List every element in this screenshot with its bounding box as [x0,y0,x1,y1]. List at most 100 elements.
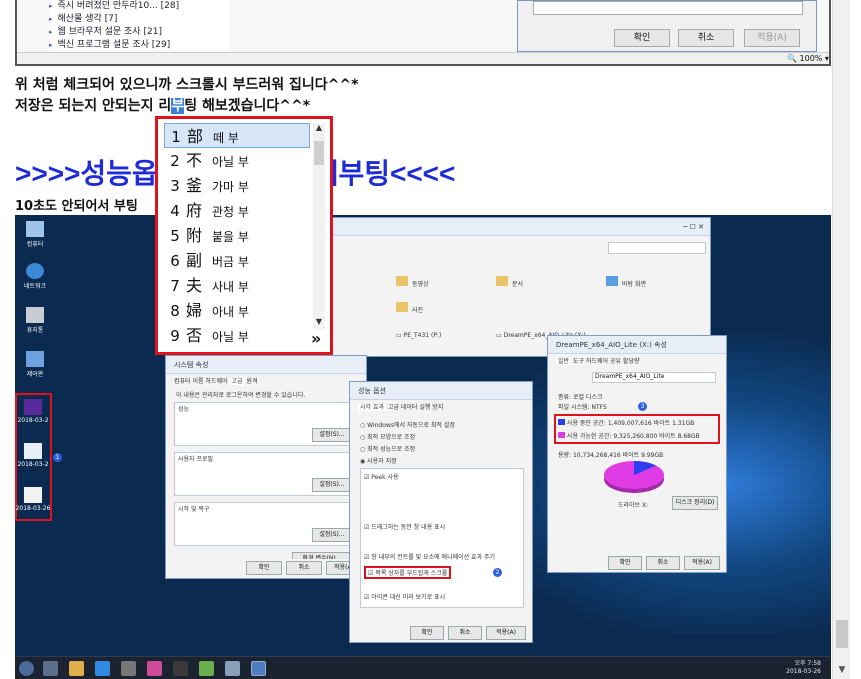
disk-cleanup-button[interactable]: 디스크 정리(D) [672,496,718,510]
file-explorer-icon[interactable] [69,661,84,676]
ok-button[interactable]: 확인 [608,556,642,570]
scroll-up-icon[interactable]: ▲ [313,123,325,135]
ok-button[interactable]: 확인 [246,561,282,575]
folder-item[interactable]: 문서 [496,276,523,288]
text-line-scroll: 위 처럼 체크되어 있으니까 스크롤시 부드러워 집니다^^* [15,77,359,93]
task-view-icon[interactable] [43,661,58,676]
network-icon [26,263,44,279]
cancel-button[interactable]: 취소 [286,561,322,575]
used-swatch [558,419,565,425]
tab-tools[interactable]: 도구 [573,358,584,365]
option-custom[interactable]: ◉ 사용자 지정 [360,456,397,465]
app-icon[interactable] [147,661,162,676]
ok-button[interactable]: 확인 [410,626,444,640]
option-appearance[interactable]: ○ 최적 모양으로 조정 [360,432,415,441]
explorer-titlebar: ─ ☐ ✕ [326,218,710,236]
tab-general[interactable]: 일반 [556,358,572,365]
folder-item[interactable]: 사진 [396,302,423,314]
app-icon[interactable] [173,661,188,676]
tab-hardware[interactable]: 하드웨어 [205,378,227,385]
cancel-button[interactable]: 취소 [678,29,734,47]
drive-name-input[interactable]: DreamPE_x64_AIO_Lite [592,372,716,383]
candidate-item[interactable]: 6 副 버금 부 [164,248,310,273]
badge-number: 3 [638,402,647,411]
effect-drag[interactable]: ☑ 드래그하는 동안 창 내용 표시 [364,522,445,531]
text-line-boot: 10초도 안되어서 부팅 [15,199,138,214]
candidate-hanja: 否 [186,326,203,345]
candidate-item[interactable]: 5 附 붙을 부 [164,223,310,248]
option-performance[interactable]: ○ 최적 성능으로 조정 [360,444,415,453]
scroll-down-icon[interactable]: ▼ [836,665,848,677]
drive-item[interactable]: ▭ PE_T431 (P:) [396,332,441,339]
tab-dep[interactable]: 데이터 실행 방지 [401,404,443,411]
taskbar-clock[interactable]: 오후 7:58 2018-03-26 [786,660,821,676]
free-space: 사용 가능한 공간: 9,325,260,800 바이트 8.68GB [558,431,700,440]
effect-smooth-scroll[interactable]: ☑ 목록 상자를 부드럽게 스크롤 [364,566,452,579]
folder-item[interactable]: 바탕 화면 [606,276,646,288]
scroll-thumb[interactable] [314,141,324,165]
tab-visual-effects[interactable]: 시각 효과 [358,404,386,411]
candidate-scrollbar[interactable]: ▲ ▼ [313,123,325,329]
tab-advanced[interactable]: 고급 [229,378,245,385]
tree-item[interactable]: ▸ 해산물 생각 [7] [49,13,229,26]
free-swatch [558,432,565,438]
start-icon[interactable] [19,661,34,676]
desktop-icon[interactable]: 2018-03-2 [15,399,53,424]
tree-item[interactable]: ▸ 웹 브라우저 설문 조사 [21] [49,26,229,39]
effect-peek[interactable]: ☑ Peek 사용 [364,472,399,481]
tree-item[interactable]: ▸ 즉시 버려졌던 만두라10... [28] [49,0,229,13]
control-panel-icon [26,351,44,367]
tab-hardware[interactable]: 하드웨어 [586,358,608,365]
tab-computer-name[interactable]: 컴퓨터 이름 [174,378,204,385]
app-icon[interactable] [225,661,240,676]
edge-icon[interactable] [95,661,110,676]
app-icon[interactable] [199,661,214,676]
tab-sharing[interactable]: 공유 [610,358,621,365]
scroll-thumb[interactable] [836,620,848,648]
desktop-icon[interactable]: 컴퓨터 [15,221,55,248]
effect-thumbnails[interactable]: ☑ 아이콘 대신 미리 보기로 표시 [364,592,445,601]
scroll-down-icon[interactable]: ▼ [313,317,325,329]
folder-item[interactable]: 동영상 [396,276,429,288]
app-icon[interactable] [251,661,266,676]
apply-button[interactable]: 적용(A) [684,556,720,570]
apply-button[interactable]: 적용(A) [744,29,800,47]
tab-remote[interactable]: 원격 [246,378,257,385]
desktop-icon[interactable]: 네트워크 [15,263,55,290]
startup-settings-button[interactable]: 설정(S)... [312,528,352,542]
profile-settings-button[interactable]: 설정(S)... [312,478,352,492]
cancel-button[interactable]: 취소 [646,556,680,570]
performance-settings-button[interactable]: 설정(S)... [312,428,352,442]
effects-list[interactable] [360,468,524,608]
page-scrollbar[interactable]: ▼ [832,0,850,679]
text-line-save[interactable]: 저장은 되는지 안되는지 리부팅 해보겠습니다^^* [15,95,310,115]
desktop-icon[interactable]: 2018-03-2 [15,443,53,468]
candidate-item[interactable]: 9 否 아닐 부 [164,323,310,348]
candidate-item[interactable]: 7 夫 사내 부 [164,273,310,298]
tab-advanced[interactable]: 고급 [388,404,399,411]
cancel-button[interactable]: 취소 [448,626,482,640]
candidate-item[interactable]: 3 釜 가마 부 [164,173,310,198]
option-auto[interactable]: ○ Windows에서 자동으로 최적 설정 [360,420,455,429]
app-icon[interactable] [121,661,136,676]
desktop-icon[interactable]: 2018-03-26 [15,487,53,512]
candidate-item[interactable]: 1部 떼 부 [164,123,310,148]
status-bar: 🔍 100% ▾ [17,52,829,64]
effect-animate[interactable]: ☑ 창 내부의 컨트롤 및 요소에 애니메이션 효과 주기 [364,552,495,561]
used-space: 사용 중인 공간: 1,409,007,616 바이트 1.31GB [558,418,694,427]
desktop-icon[interactable]: 휴지통 [15,307,55,334]
heading-left: >>>>성능옵 [15,158,158,189]
tree-item[interactable]: ▸ 백신 프로그램 설문 조사 [29] [49,39,229,52]
ok-button[interactable]: 확인 [614,29,670,47]
apply-button[interactable]: 적용(A) [486,626,526,640]
candidate-item[interactable]: 2 不 아닐 부 [164,148,310,173]
tab-quota[interactable]: 할당량 [623,358,640,365]
tab-row: 일반 도구 하드웨어 공유 할당량 [556,356,639,365]
candidate-item[interactable]: 8 婦 아내 부 [164,298,310,323]
desktop-icon[interactable]: 제어판 [15,351,55,378]
next-page-button[interactable]: » [311,329,321,348]
candidate-item[interactable]: 4 府 관청 부 [164,198,310,223]
window-controls-icon[interactable]: ─ ☐ ✕ [683,218,704,236]
search-input[interactable] [608,242,706,254]
zoom-level[interactable]: 🔍 100% ▾ [787,54,829,63]
